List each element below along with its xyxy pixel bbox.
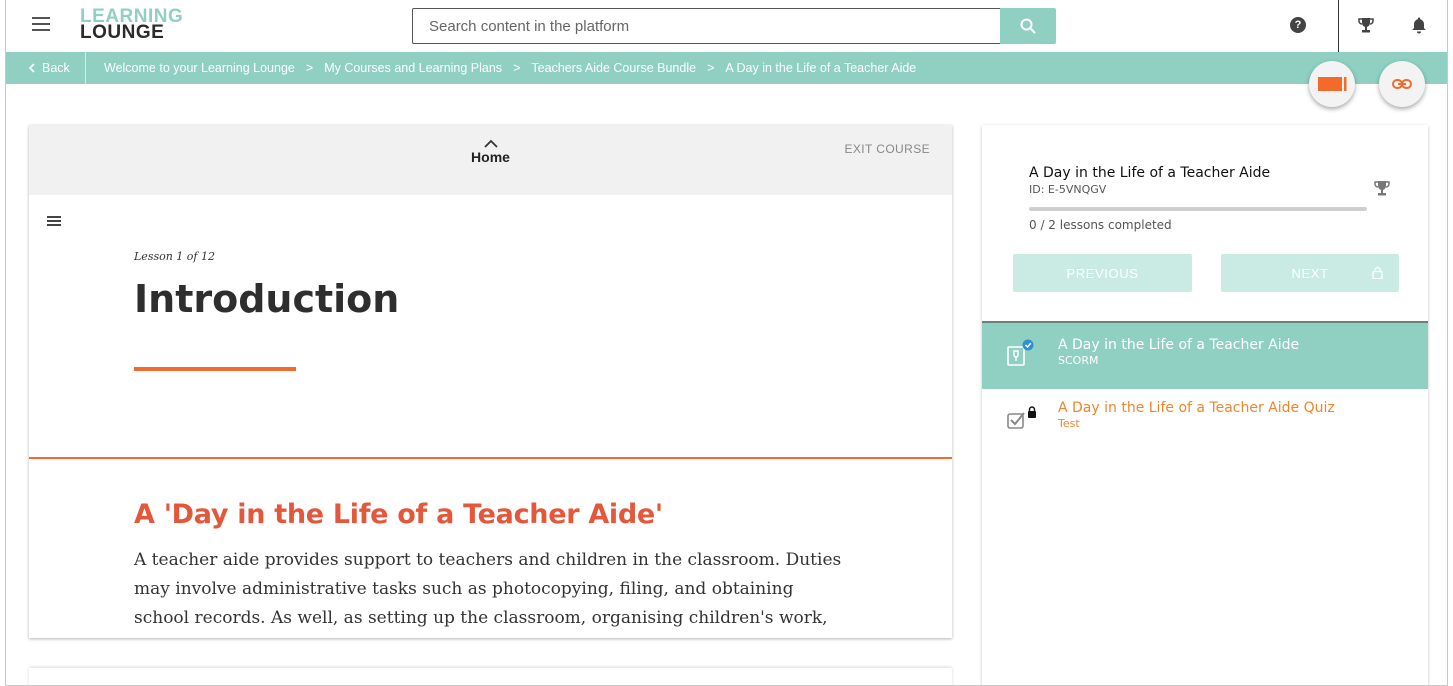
breadcrumb-item-current[interactable]: A Day in the Life of a Teacher Aide — [725, 61, 916, 75]
outline-item-title: A Day in the Life of a Teacher Aide Quiz — [1058, 400, 1335, 416]
next-button[interactable]: NEXT — [1221, 254, 1399, 292]
next-block — [29, 668, 952, 685]
breadcrumb-item[interactable]: My Courses and Learning Plans — [324, 61, 502, 75]
link-icon — [1392, 79, 1412, 89]
logo-line-2: LOUNGE — [80, 22, 165, 43]
player-header: Home EXIT COURSE — [29, 125, 952, 195]
next-label: NEXT — [1291, 265, 1329, 281]
search-button[interactable] — [1000, 8, 1056, 44]
home-button[interactable]: Home — [29, 139, 952, 165]
breadcrumb-separator: > — [513, 61, 521, 75]
outline-item-type: Test — [1058, 417, 1080, 430]
search-icon — [1020, 18, 1036, 34]
outline-item-type: SCORM — [1058, 354, 1099, 367]
help-icon[interactable]: ? — [1287, 14, 1309, 36]
breadcrumb-item[interactable]: Welcome to your Learning Lounge — [104, 61, 295, 75]
lessons-completed: 0 / 2 lessons completed — [1029, 218, 1172, 232]
tag-icon — [1318, 77, 1347, 91]
lesson-title: Introduction — [134, 277, 400, 321]
body-line: may involve administrative tasks such as… — [134, 579, 794, 599]
section-title: A 'Day in the Life of a Teacher Aide' — [134, 499, 663, 530]
section-divider — [29, 457, 952, 459]
test-checkbox-icon — [1006, 405, 1036, 435]
top-header: LEARNING LOUNGE ? — [6, 0, 1447, 52]
outline-item-scorm[interactable]: A Day in the Life of a Teacher Aide SCOR… — [982, 323, 1428, 389]
back-button[interactable]: Back — [6, 52, 86, 84]
course-player: Home EXIT COURSE Lesson 1 of 12 Introduc… — [29, 125, 952, 638]
body-line: school records. As well, as setting up t… — [134, 608, 828, 628]
header-divider — [1338, 0, 1339, 52]
breadcrumb-separator: > — [707, 61, 715, 75]
tag-button[interactable] — [1309, 61, 1355, 107]
breadcrumb-item[interactable]: Teachers Aide Course Bundle — [531, 61, 696, 75]
link-button[interactable] — [1379, 61, 1425, 107]
title-accent-bar — [134, 367, 296, 371]
app-window: LEARNING LOUNGE ? Back Welcome to your L… — [5, 0, 1448, 686]
exit-course-button[interactable]: EXIT COURSE — [844, 142, 930, 156]
hamburger-icon[interactable] — [32, 17, 50, 31]
lesson-menu-icon[interactable] — [47, 216, 61, 226]
trophy-icon — [1373, 179, 1391, 202]
course-title: A Day in the Life of a Teacher Aide — [1029, 165, 1271, 181]
course-outline-panel: A Day in the Life of a Teacher Aide ID: … — [982, 125, 1428, 685]
breadcrumb-bar: Back Welcome to your Learning Lounge > M… — [6, 52, 1447, 84]
breadcrumb: Welcome to your Learning Lounge > My Cou… — [104, 52, 916, 84]
body-line: A teacher aide provides support to teach… — [134, 550, 842, 570]
home-label: Home — [471, 149, 510, 165]
bell-icon[interactable] — [1408, 14, 1430, 36]
scorm-package-icon — [1006, 339, 1036, 369]
lesson-count: Lesson 1 of 12 — [134, 250, 215, 263]
previous-button[interactable]: PREVIOUS — [1013, 254, 1192, 292]
lock-icon — [1372, 266, 1383, 279]
chevron-up-icon — [483, 139, 498, 148]
chevron-left-icon — [28, 63, 35, 73]
course-id: ID: E-5VNQGV — [1029, 183, 1107, 196]
progress-bar — [1029, 207, 1367, 211]
outline-item-title: A Day in the Life of a Teacher Aide — [1058, 337, 1300, 353]
outline-item-quiz[interactable]: A Day in the Life of a Teacher Aide Quiz… — [982, 389, 1428, 455]
trophy-icon[interactable] — [1355, 14, 1377, 36]
lesson-body-text: A teacher aide provides support to teach… — [134, 546, 844, 633]
back-label: Back — [42, 61, 70, 75]
logo[interactable]: LEARNING LOUNGE — [80, 7, 183, 43]
search-input[interactable] — [412, 8, 1002, 44]
breadcrumb-separator: > — [305, 61, 314, 75]
